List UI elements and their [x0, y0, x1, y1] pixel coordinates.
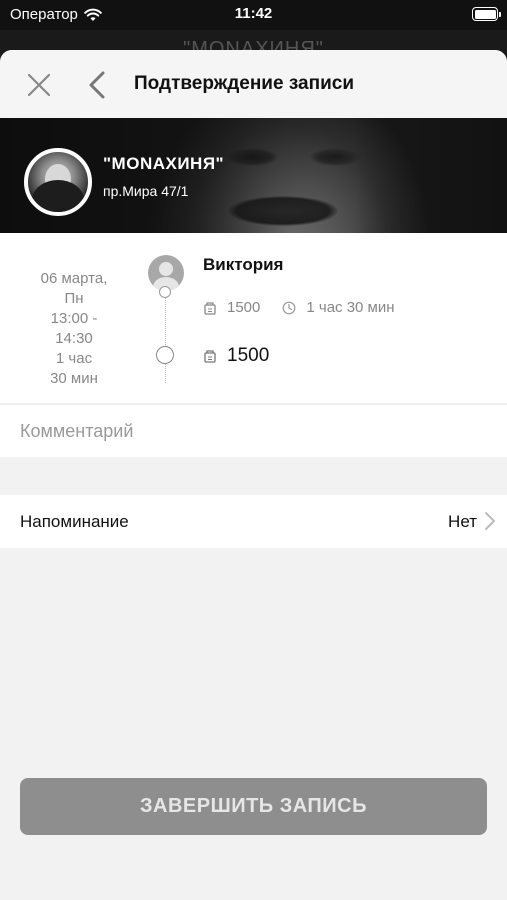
duration-line: 1 час [55, 350, 93, 367]
time-line: 13:00 - [50, 310, 98, 327]
total-price: 1500 [227, 345, 270, 366]
service-price: 1500 [227, 299, 261, 316]
status-bar: Оператор 11:42 [0, 0, 507, 30]
close-icon[interactable] [26, 72, 52, 98]
complete-booking-button[interactable]: ЗАВЕРШИТЬ ЗАПИСЬ [20, 778, 487, 835]
booking-datetime: 06 марта, Пн 13:00 - 14:30 1 час 30 мин [22, 269, 126, 389]
salon-banner: "MONAХИНЯ" пр.Мира 47/1 [0, 118, 507, 246]
reminder-label: Напоминание [20, 512, 129, 531]
reminder-row[interactable]: Напоминание Нет [0, 495, 507, 548]
timeline-dot [156, 346, 174, 364]
salon-address: пр.Мира 47/1 [103, 183, 189, 199]
time-line: 14:30 [55, 330, 93, 347]
service-duration: 1 час 30 мин [306, 299, 395, 316]
master-name: Виктория [203, 255, 284, 274]
comment-input[interactable] [20, 417, 480, 445]
service-row: 1500 1 час 30 мин [203, 299, 395, 316]
weekday-line: Пн [64, 290, 84, 307]
clock-icon [282, 301, 296, 314]
back-chevron-icon[interactable] [86, 70, 108, 100]
salon-avatar [24, 148, 92, 216]
price-tag-icon [204, 350, 216, 363]
sheet-header: Подтверждение записи [0, 50, 507, 118]
booking-sheet: Подтверждение записи "MONAХИНЯ" пр.Мира … [0, 50, 507, 900]
timeline-dot [159, 286, 171, 298]
total-row: 1500 [203, 345, 269, 367]
duration-line: 30 мин [50, 370, 98, 387]
date-line: 06 марта, [40, 270, 108, 287]
battery-icon [472, 7, 501, 21]
page-title: Подтверждение записи [134, 73, 354, 94]
price-tag-icon [204, 301, 216, 315]
salon-name: "MONAХИНЯ" [103, 154, 225, 173]
chevron-right-icon [485, 512, 495, 530]
booking-card: 06 марта, Пн 13:00 - 14:30 1 час 30 мин … [0, 233, 507, 403]
reminder-value: Нет [448, 512, 477, 531]
timeline-line [165, 288, 166, 383]
comment-section [0, 404, 507, 457]
status-time: 11:42 [234, 5, 273, 22]
